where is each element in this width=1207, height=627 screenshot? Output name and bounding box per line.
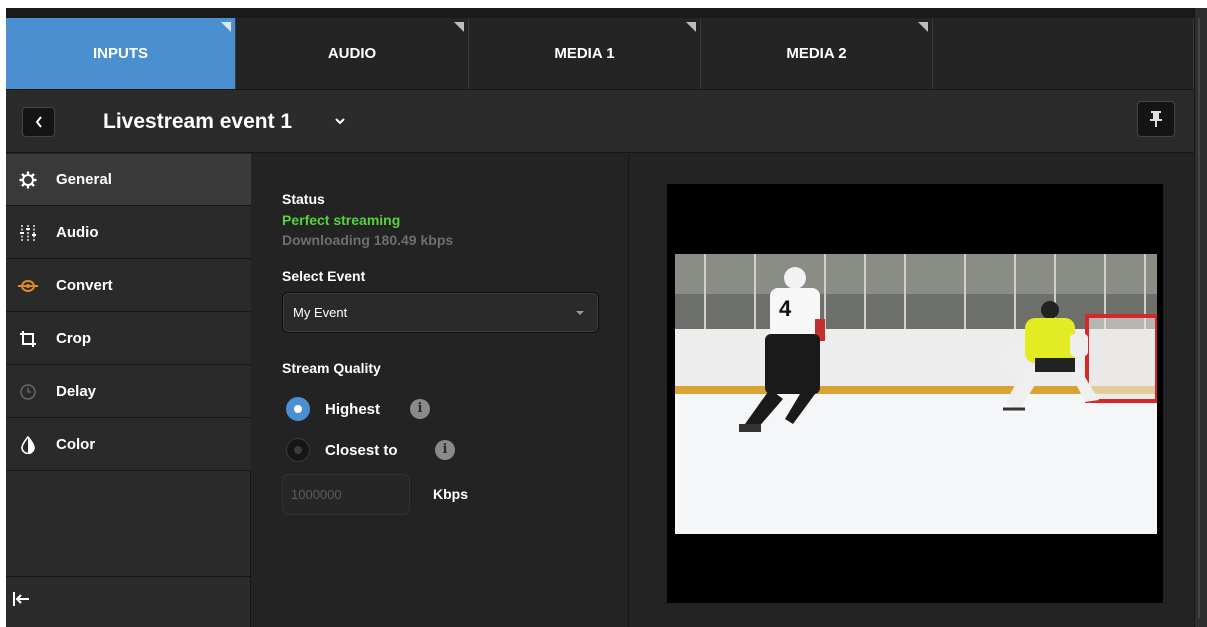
pin-icon (1150, 111, 1162, 127)
tab-corner-icon (221, 22, 231, 32)
clock-icon (18, 382, 38, 402)
gear-icon (18, 170, 38, 190)
sidebar-item-delay[interactable]: Delay (6, 366, 251, 418)
event-select-value: My Event (293, 305, 348, 320)
sidebar-footer (6, 576, 251, 627)
status-label: Status (282, 191, 325, 207)
scrollbar-track[interactable] (1198, 18, 1200, 618)
sidebar-item-general[interactable]: General (6, 154, 251, 206)
stream-quality-label: Stream Quality (282, 360, 381, 376)
chevron-down-icon[interactable] (334, 116, 346, 126)
info-icon[interactable]: i (410, 399, 430, 419)
preview-area: 4 (630, 154, 1194, 627)
tab-audio[interactable]: AUDIO (236, 18, 469, 89)
caret-down-icon (576, 311, 584, 315)
tab-bar: INPUTS AUDIO MEDIA 1 MEDIA 2 (6, 18, 1194, 89)
status-value: Perfect streaming (282, 212, 401, 228)
select-event-label: Select Event (282, 268, 366, 284)
tab-inputs[interactable]: INPUTS (6, 18, 236, 89)
sidebar-item-convert[interactable]: Convert (6, 260, 251, 312)
tab-media-1[interactable]: MEDIA 1 (469, 18, 701, 89)
radio-closest-label: Closest to (325, 442, 398, 459)
input-title[interactable]: Livestream event 1 (103, 110, 292, 134)
tab-audio-label: AUDIO (327, 45, 377, 62)
tab-media-1-label: MEDIA 1 (554, 45, 615, 62)
video-preview: 4 (667, 184, 1163, 603)
sidebar-item-label: Audio (56, 224, 99, 241)
info-icon[interactable]: i (435, 440, 455, 460)
hockey-scene-image: 4 (675, 254, 1157, 534)
sidebar-item-label: Color (56, 436, 96, 453)
input-header: Livestream event 1 (6, 89, 1194, 153)
video-frame: 4 (675, 254, 1157, 534)
radio-highest[interactable] (286, 397, 310, 421)
sliders-icon (18, 223, 38, 243)
tab-corner-icon (918, 22, 928, 32)
settings-sidebar: General Audio Convert Crop Delay Color (6, 154, 251, 627)
back-button[interactable] (22, 107, 55, 137)
svg-text:4: 4 (779, 296, 792, 321)
status-detail: Downloading 180.49 kbps (282, 232, 454, 248)
app-window: INPUTS AUDIO MEDIA 1 MEDIA 2 Livestream … (6, 8, 1207, 627)
event-select[interactable]: My Event (282, 292, 599, 333)
radio-closest[interactable] (286, 438, 310, 462)
sidebar-item-audio[interactable]: Audio (6, 207, 251, 259)
radio-highest-label: Highest (325, 401, 381, 418)
sidebar-item-label: Convert (56, 277, 113, 294)
sidebar-item-label: Crop (56, 330, 91, 347)
sidebar-item-color[interactable]: Color (6, 419, 251, 471)
chevron-left-icon (35, 116, 42, 128)
sidebar-item-label: Delay (56, 383, 97, 400)
tab-inputs-label: INPUTS (92, 45, 148, 62)
droplet-icon (18, 435, 38, 455)
tab-media-2[interactable]: MEDIA 2 (701, 18, 933, 89)
tab-corner-icon (686, 22, 696, 32)
tab-media-2-label: MEDIA 2 (786, 45, 847, 62)
sidebar-item-label: General (56, 171, 112, 188)
top-strip (6, 8, 1207, 18)
tab-corner-icon (454, 22, 464, 32)
convert-icon (18, 276, 38, 296)
sidebar-item-crop[interactable]: Crop (6, 313, 251, 365)
kbps-input[interactable] (282, 474, 410, 515)
kbps-unit-label: Kbps (433, 486, 468, 502)
crop-icon (18, 329, 38, 349)
right-scroll-edge (1194, 8, 1207, 627)
pin-button[interactable] (1137, 101, 1175, 137)
collapse-left-icon[interactable] (12, 591, 30, 607)
general-settings-panel: Status Perfect streaming Downloading 180… (252, 154, 629, 627)
tab-empty (933, 18, 1194, 89)
